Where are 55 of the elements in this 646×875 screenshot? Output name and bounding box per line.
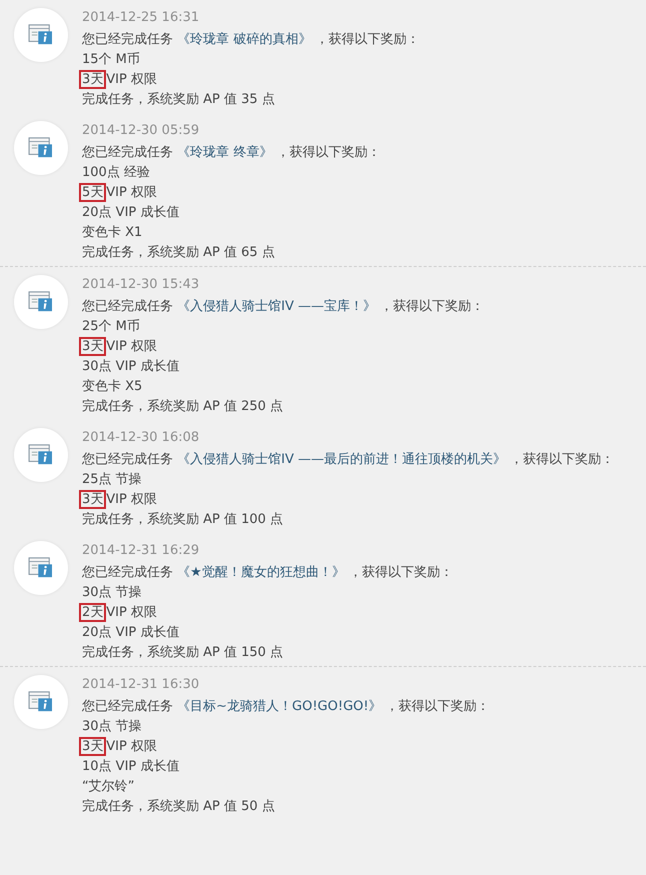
reward-text: 完成任务，系统奖励 AP 值 35 点 [82, 91, 275, 109]
reward-text: 完成任务，系统奖励 AP 值 65 点 [82, 244, 275, 262]
reward-text: VIP 权限 [106, 739, 157, 754]
task-link[interactable]: 《目标~龙骑猎人！GO!GO!GO!》 [177, 699, 382, 714]
notice-text: 您已经完成任务 《入侵猎人骑士馆IV ——最后的前进！通往顶楼的机关》 ，获得以下奖励： [82, 451, 614, 469]
reward-text: 15个 M币 [82, 51, 140, 69]
reward-text: 完成任务，系统奖励 AP 值 150 点 [82, 644, 284, 662]
reward-text: VIP 权限 [106, 492, 157, 507]
timestamp: 2014-12-30 15:43 [82, 276, 200, 294]
reward-text: 完成任务，系统奖励 AP 值 100 点 [82, 511, 284, 529]
task-link[interactable]: 《玲珑章 终章》 [177, 145, 272, 160]
notice-text: 您已经完成任务 《玲珑章 终章》 ，获得以下奖励： [82, 144, 380, 162]
reward-text: VIP 权限 [106, 185, 157, 200]
reward-text: 30点 节操 [82, 718, 142, 736]
reward-text: “艾尔铃” [82, 778, 134, 796]
reward-text: VIP 权限 [106, 339, 157, 354]
task-link[interactable]: 《入侵猎人骑士馆IV ——宝库！》 [177, 299, 376, 314]
reward-text: 30点 节操 [82, 584, 142, 602]
highlight-box: 2天 [79, 603, 106, 622]
notice-window-icon [28, 291, 54, 313]
highlight-box: 5天 [79, 183, 106, 202]
highlight-box: 3天 [79, 337, 106, 356]
notice-text: 您已经完成任务 《★觉醒！魔女的狂想曲！》 ，获得以下奖励： [82, 564, 453, 582]
timestamp: 2014-12-30 05:59 [82, 122, 200, 140]
reward-text: 25点 节操 [82, 471, 142, 489]
highlight-box: 3天 [79, 490, 106, 509]
highlight-box: 3天 [79, 737, 106, 756]
notice-window-icon [28, 691, 54, 713]
timestamp: 2014-12-31 16:29 [82, 542, 200, 560]
task-link[interactable]: 《入侵猎人骑士馆IV ——最后的前进！通往顶楼的机关》 [177, 452, 506, 467]
timestamp: 2014-12-30 16:08 [82, 429, 200, 447]
timestamp: 2014-12-25 16:31 [82, 9, 200, 27]
notice-window-icon [28, 137, 54, 159]
reward-text: VIP 权限 [106, 72, 157, 87]
reward-text: 25个 M币 [82, 318, 140, 336]
notice-text: 您已经完成任务 《入侵猎人骑士馆IV ——宝库！》 ，获得以下奖励： [82, 298, 484, 316]
reward-text: VIP 权限 [106, 605, 157, 620]
reward-text: 20点 VIP 成长值 [82, 204, 180, 222]
reward-text: 20点 VIP 成长值 [82, 624, 180, 642]
timestamp: 2014-12-31 16:30 [82, 676, 200, 694]
highlight-box: 3天 [79, 70, 106, 89]
notice-text: 您已经完成任务 《玲珑章 破碎的真相》 ，获得以下奖励： [82, 31, 420, 49]
reward-text: 变色卡 X1 [82, 224, 142, 242]
notice-window-icon [28, 444, 54, 466]
reward-text: 变色卡 X5 [82, 378, 142, 396]
reward-text: 完成任务，系统奖励 AP 值 50 点 [82, 798, 275, 816]
task-link[interactable]: 《★觉醒！魔女的狂想曲！》 [177, 565, 345, 580]
reward-text: 30点 VIP 成长值 [82, 358, 180, 376]
notice-window-icon [28, 24, 54, 46]
reward-text: 完成任务，系统奖励 AP 值 250 点 [82, 398, 284, 416]
notice-text: 您已经完成任务 《目标~龙骑猎人！GO!GO!GO!》 ，获得以下奖励： [82, 698, 490, 716]
reward-text: 100点 经验 [82, 164, 150, 182]
task-link[interactable]: 《玲珑章 破碎的真相》 [177, 32, 312, 47]
reward-text: 10点 VIP 成长值 [82, 758, 180, 776]
notice-window-icon [28, 557, 54, 579]
